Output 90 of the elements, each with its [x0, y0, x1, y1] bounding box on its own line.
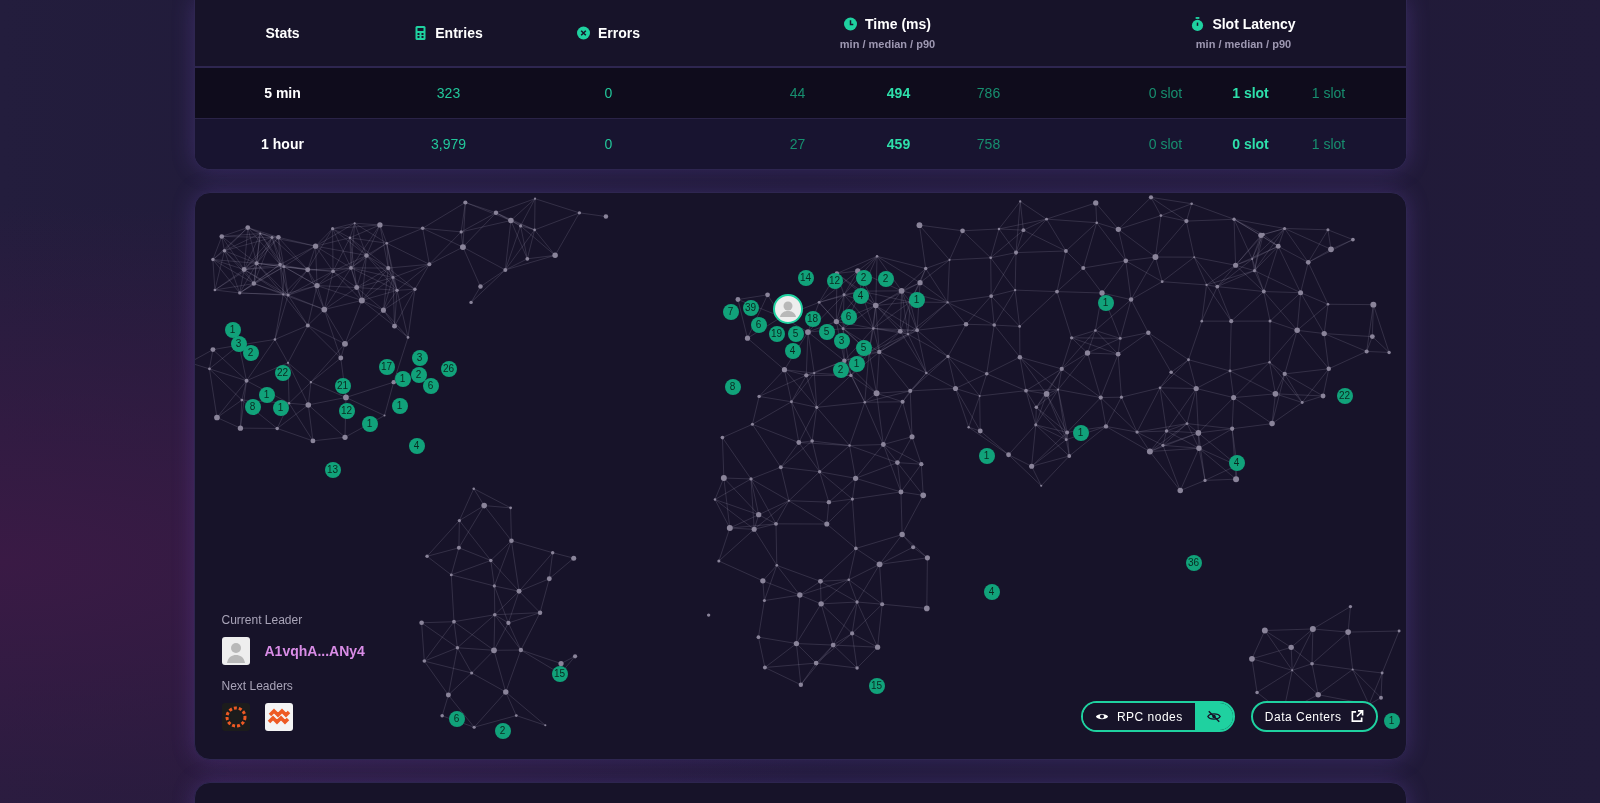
column-header: Stats	[265, 25, 300, 41]
table-cell-text: 5 min	[263, 85, 302, 101]
node-count-marker[interactable]: 4	[983, 584, 1000, 600]
table-cell-text: 0 slot	[1231, 136, 1270, 152]
node-count-marker[interactable]: 2	[855, 270, 872, 286]
clock-icon	[844, 17, 858, 31]
data-centers-button[interactable]: Data Centers	[1250, 701, 1378, 732]
eye-off-icon	[1206, 710, 1221, 723]
table-cell-text: 1 hour	[260, 136, 305, 152]
node-count-marker[interactable]: 5	[787, 326, 804, 342]
node-count-marker[interactable]: 1	[224, 322, 241, 338]
node-count-marker[interactable]: 17	[378, 359, 395, 375]
table-cell-text: 0	[603, 85, 614, 101]
column-subheader: min / median / p90	[1195, 38, 1292, 50]
node-count-marker[interactable]: 13	[324, 462, 341, 478]
user-avatar-icon[interactable]	[772, 294, 803, 324]
node-count-marker[interactable]: 39	[742, 300, 759, 316]
node-count-marker[interactable]: 4	[852, 288, 869, 304]
node-count-marker[interactable]: 8	[724, 379, 741, 395]
node-count-marker[interactable]: 1	[391, 398, 408, 414]
node-count-marker[interactable]: 18	[804, 311, 821, 327]
column-header: Errors	[598, 25, 640, 41]
validator-avatar-icon[interactable]	[264, 703, 293, 731]
node-count-marker[interactable]: 5	[855, 340, 872, 356]
column-header: Time (ms)	[865, 16, 931, 32]
node-count-marker[interactable]: 6	[448, 711, 465, 727]
node-count-marker[interactable]: 3	[230, 336, 247, 352]
table-cell-text: 459	[885, 136, 912, 152]
table-cell-text: 0 slot	[1147, 85, 1184, 101]
node-count-marker[interactable]: 1	[1383, 713, 1400, 729]
node-count-marker[interactable]: 26	[440, 361, 457, 377]
node-count-marker[interactable]: 6	[840, 309, 857, 325]
node-count-marker[interactable]: 22	[274, 365, 291, 381]
table-cell-text: 44	[788, 85, 807, 101]
external-link-icon	[1349, 710, 1364, 723]
node-count-marker[interactable]: 1	[908, 292, 925, 308]
node-count-marker[interactable]: 1	[1072, 425, 1089, 441]
next-leaders-label: Next Leaders	[221, 679, 294, 693]
node-count-marker[interactable]: 1	[361, 416, 378, 432]
node-count-marker[interactable]: 5	[818, 324, 835, 340]
node-count-marker[interactable]: 1	[848, 356, 865, 372]
table-cell-text: 27	[788, 136, 807, 152]
node-count-marker[interactable]: 2	[877, 271, 894, 287]
node-count-marker[interactable]: 4	[408, 438, 425, 454]
node-count-marker[interactable]: 12	[826, 273, 843, 289]
node-count-marker[interactable]: 1	[978, 448, 995, 464]
table-cell-text: 1 slot	[1310, 85, 1347, 101]
node-count-marker[interactable]: 4	[1228, 455, 1245, 471]
table-cell-text: 1 slot	[1310, 136, 1347, 152]
table-cell-text: 1 slot	[1231, 85, 1270, 101]
node-count-marker[interactable]: 6	[422, 378, 439, 394]
node-count-marker[interactable]: 8	[244, 399, 261, 415]
hide-button[interactable]	[1194, 703, 1233, 730]
node-count-marker[interactable]: 15	[868, 678, 885, 694]
node-count-marker[interactable]: 2	[494, 723, 511, 739]
column-subheader: min / median / p90	[839, 38, 936, 50]
table-cell-text: 494	[885, 85, 912, 101]
error-x-icon	[577, 26, 590, 40]
table-cell-text: 323	[435, 85, 462, 101]
node-count-marker[interactable]: 1	[394, 371, 411, 387]
current-leader-label: Current Leader	[221, 613, 304, 627]
node-count-marker[interactable]: 21	[334, 378, 351, 394]
leader-avatar-icon	[221, 637, 250, 665]
node-count-marker[interactable]: 4	[784, 343, 801, 359]
table-cell-text: 0	[603, 136, 614, 152]
node-count-marker[interactable]: 22	[1336, 388, 1353, 404]
table-cell-text: 786	[975, 85, 1002, 101]
node-count-marker[interactable]: 12	[338, 403, 355, 419]
node-count-marker[interactable]: 36	[1185, 555, 1202, 571]
node-count-marker[interactable]: 15	[551, 666, 568, 682]
node-count-marker[interactable]: 1	[272, 400, 289, 416]
calculator-icon	[414, 26, 428, 40]
leader-address-link[interactable]: A1vqhA...ANy4	[264, 643, 365, 659]
node-count-marker[interactable]: 1	[1097, 295, 1114, 311]
stopwatch-icon	[1191, 17, 1205, 31]
table-cell-text: 758	[975, 136, 1002, 152]
node-count-marker[interactable]: 2	[242, 345, 259, 361]
node-count-marker[interactable]: 6	[750, 317, 767, 333]
node-count-marker[interactable]: 1	[258, 387, 275, 403]
node-count-marker[interactable]: 19	[768, 326, 785, 342]
table-cell-text: 0 slot	[1147, 136, 1184, 152]
node-count-marker[interactable]: 7	[722, 304, 739, 320]
table-cell-text: 3,979	[429, 136, 467, 152]
node-count-marker[interactable]: 3	[411, 350, 428, 366]
node-count-marker[interactable]: 2	[832, 362, 849, 378]
node-count-marker[interactable]: 2	[410, 367, 427, 383]
node-count-marker[interactable]: 3	[833, 333, 850, 349]
node-count-marker[interactable]: 14	[797, 270, 814, 286]
column-header: Entries	[435, 25, 483, 41]
column-header: Slot Latency	[1212, 16, 1296, 32]
